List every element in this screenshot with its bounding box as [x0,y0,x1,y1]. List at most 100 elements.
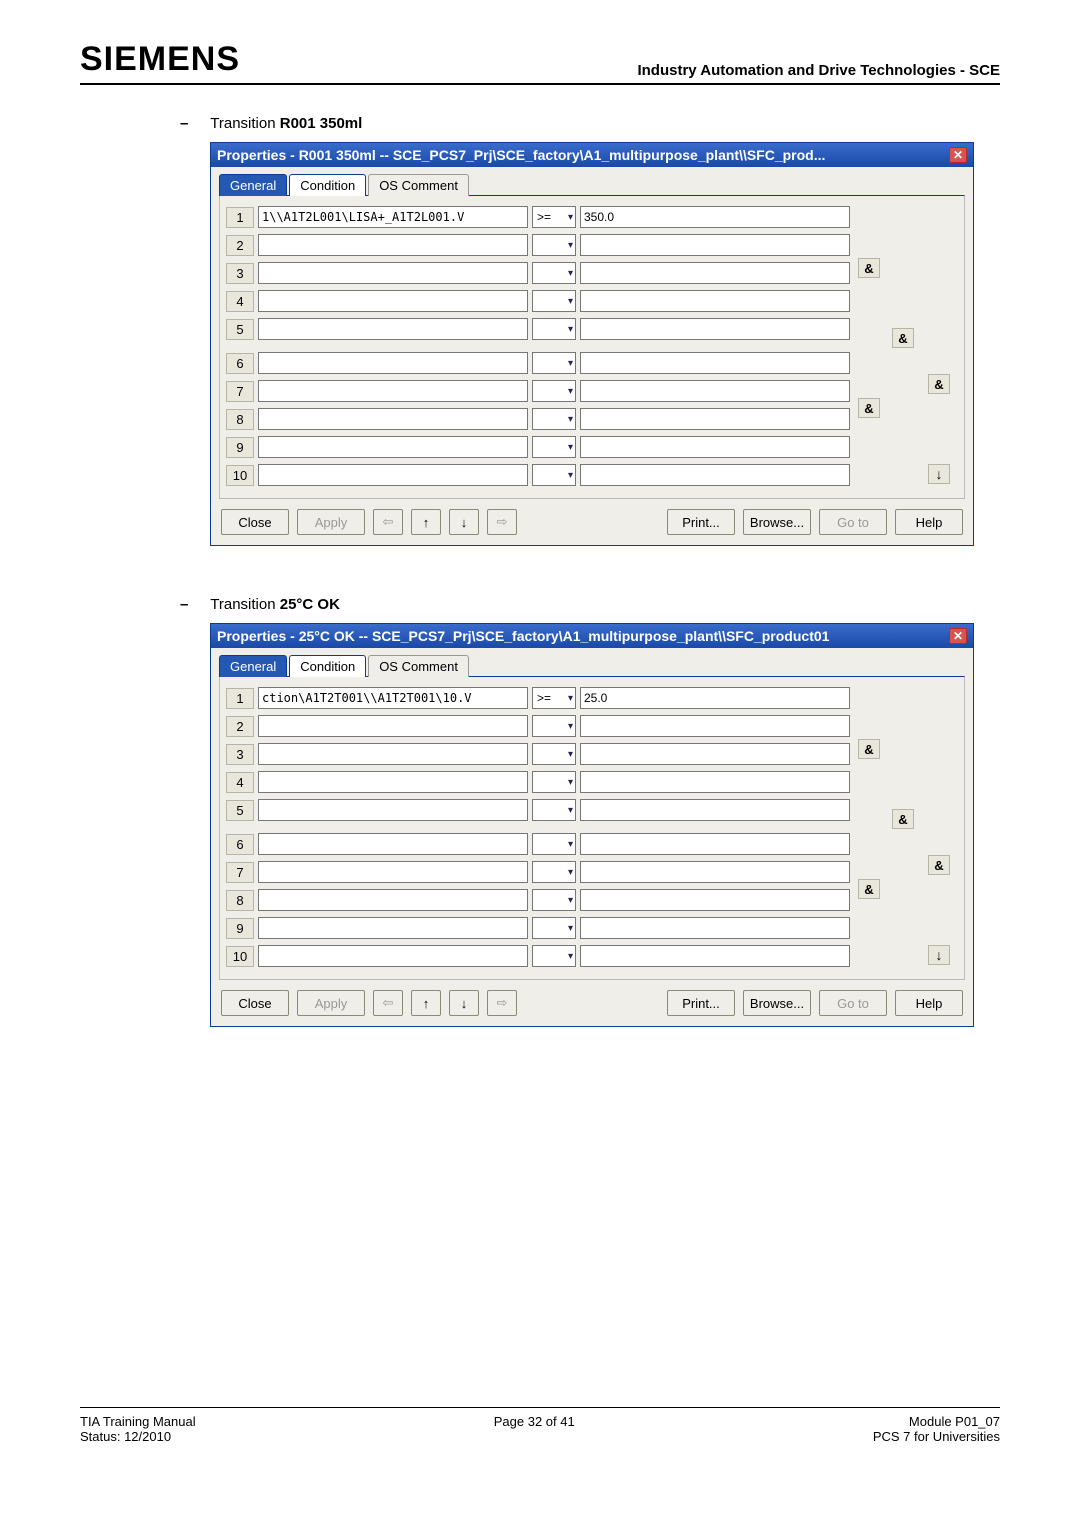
and-node[interactable]: & [858,739,880,759]
value-input[interactable] [580,799,850,821]
value-input[interactable] [580,771,850,793]
value-input[interactable] [580,318,850,340]
and-node[interactable]: & [928,855,950,875]
operator-select[interactable]: ▾ [532,380,576,402]
goto-button[interactable]: Go to [819,509,887,535]
value-input[interactable] [580,687,850,709]
operator-select[interactable]: >=▾ [532,206,576,228]
address-input[interactable] [258,771,528,793]
row-number[interactable]: 5 [226,319,254,340]
operator-select[interactable]: ▾ [532,743,576,765]
nav-left-button[interactable]: ⇦ [373,990,403,1016]
goto-button[interactable]: Go to [819,990,887,1016]
row-number[interactable]: 2 [226,716,254,737]
row-number[interactable]: 9 [226,437,254,458]
row-number[interactable]: 8 [226,890,254,911]
value-input[interactable] [580,715,850,737]
row-number[interactable]: 2 [226,235,254,256]
value-input[interactable] [580,262,850,284]
and-node[interactable]: & [892,328,914,348]
nav-right-button[interactable]: ⇨ [487,509,517,535]
print-button[interactable]: Print... [667,509,735,535]
operator-select[interactable]: ▾ [532,861,576,883]
row-number[interactable]: 4 [226,772,254,793]
address-input[interactable] [258,799,528,821]
address-input[interactable] [258,833,528,855]
operator-select[interactable]: ▾ [532,352,576,374]
and-node[interactable]: & [858,258,880,278]
address-input[interactable] [258,206,528,228]
address-input[interactable] [258,889,528,911]
address-input[interactable] [258,262,528,284]
close-icon[interactable]: ✕ [949,147,967,163]
nav-up-button[interactable]: ↑ [411,990,441,1016]
and-node[interactable]: & [928,374,950,394]
browse-button[interactable]: Browse... [743,990,811,1016]
address-input[interactable] [258,290,528,312]
tab-general[interactable]: General [219,655,287,677]
row-number[interactable]: 10 [226,465,254,486]
operator-select[interactable]: ▾ [532,436,576,458]
help-button[interactable]: Help [895,990,963,1016]
tab-os-comment[interactable]: OS Comment [368,655,469,677]
operator-select[interactable]: ▾ [532,262,576,284]
operator-select[interactable]: ▾ [532,318,576,340]
more-arrow-icon[interactable]: ↓ [928,464,950,484]
address-input[interactable] [258,687,528,709]
and-node[interactable]: & [892,809,914,829]
row-number[interactable]: 4 [226,291,254,312]
row-number[interactable]: 3 [226,744,254,765]
nav-right-button[interactable]: ⇨ [487,990,517,1016]
tab-os-comment[interactable]: OS Comment [368,174,469,196]
value-input[interactable] [580,380,850,402]
value-input[interactable] [580,945,850,967]
value-input[interactable] [580,408,850,430]
address-input[interactable] [258,945,528,967]
nav-down-button[interactable]: ↓ [449,990,479,1016]
row-number[interactable]: 1 [226,688,254,709]
close-button[interactable]: Close [221,509,289,535]
close-button[interactable]: Close [221,990,289,1016]
value-input[interactable] [580,917,850,939]
tab-condition[interactable]: Condition [289,655,366,677]
operator-select[interactable]: ▾ [532,771,576,793]
address-input[interactable] [258,715,528,737]
row-number[interactable]: 1 [226,207,254,228]
address-input[interactable] [258,352,528,374]
value-input[interactable] [580,290,850,312]
value-input[interactable] [580,833,850,855]
nav-left-button[interactable]: ⇦ [373,509,403,535]
operator-select[interactable]: ▾ [532,945,576,967]
row-number[interactable]: 5 [226,800,254,821]
row-number[interactable]: 10 [226,946,254,967]
address-input[interactable] [258,234,528,256]
address-input[interactable] [258,436,528,458]
operator-select[interactable]: ▾ [532,290,576,312]
value-input[interactable] [580,352,850,374]
value-input[interactable] [580,464,850,486]
browse-button[interactable]: Browse... [743,509,811,535]
help-button[interactable]: Help [895,509,963,535]
address-input[interactable] [258,380,528,402]
tab-condition[interactable]: Condition [289,174,366,196]
tab-general[interactable]: General [219,174,287,196]
row-number[interactable]: 7 [226,381,254,402]
operator-select[interactable]: ▾ [532,408,576,430]
and-node[interactable]: & [858,879,880,899]
nav-up-button[interactable]: ↑ [411,509,441,535]
more-arrow-icon[interactable]: ↓ [928,945,950,965]
address-input[interactable] [258,464,528,486]
address-input[interactable] [258,861,528,883]
operator-select[interactable]: ▾ [532,917,576,939]
close-icon[interactable]: ✕ [949,628,967,644]
row-number[interactable]: 6 [226,353,254,374]
value-input[interactable] [580,234,850,256]
operator-select[interactable]: >=▾ [532,687,576,709]
operator-select[interactable]: ▾ [532,234,576,256]
value-input[interactable] [580,861,850,883]
apply-button[interactable]: Apply [297,990,365,1016]
dialog-titlebar[interactable]: Properties - 25°C OK -- SCE_PCS7_Prj\SCE… [211,624,973,648]
value-input[interactable] [580,743,850,765]
and-node[interactable]: & [858,398,880,418]
apply-button[interactable]: Apply [297,509,365,535]
